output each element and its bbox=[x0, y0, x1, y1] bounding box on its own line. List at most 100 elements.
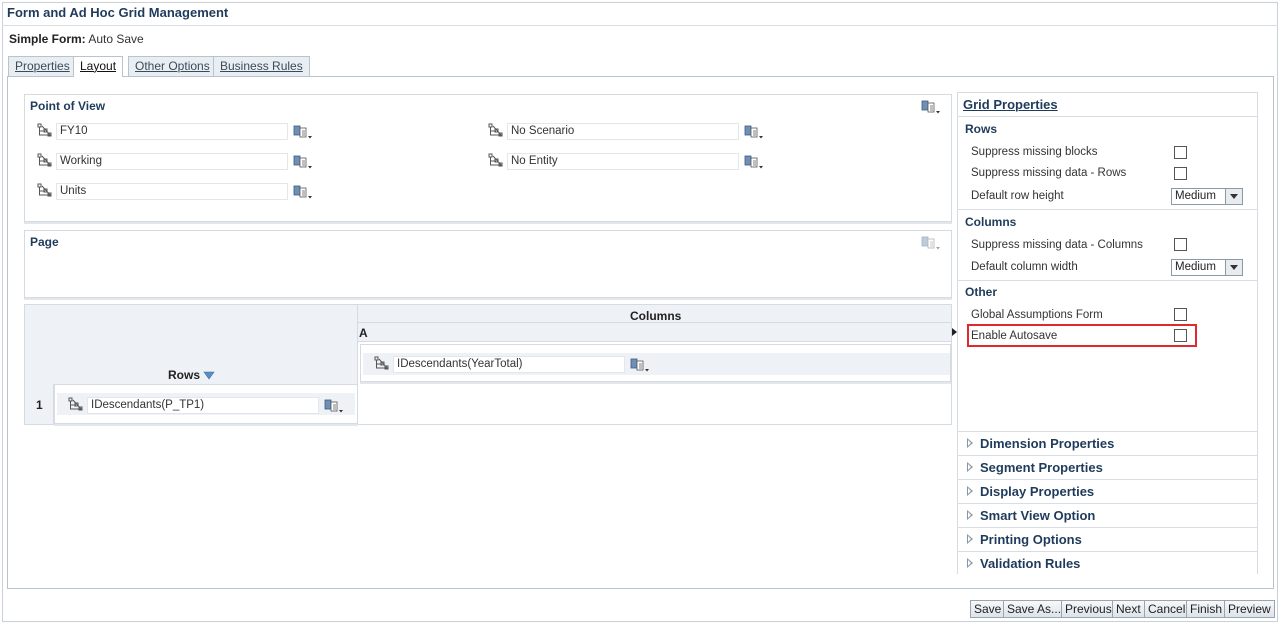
divider bbox=[958, 280, 1257, 281]
dimension-icon bbox=[36, 153, 54, 169]
column-width-select[interactable]: Medium bbox=[1171, 259, 1243, 276]
dimension-icon bbox=[373, 356, 391, 372]
next-button[interactable]: Next bbox=[1112, 600, 1145, 618]
pov-member-working: Working bbox=[36, 153, 326, 171]
suppress-missing-rows-label: Suppress missing data - Rows bbox=[971, 167, 1127, 179]
chevron-down-icon[interactable] bbox=[203, 371, 215, 380]
autosave-highlight-box bbox=[967, 324, 1197, 347]
tab-layout[interactable]: Layout bbox=[73, 56, 124, 77]
finish-button[interactable]: Finish bbox=[1186, 600, 1227, 618]
pov-member-selector-icon[interactable] bbox=[921, 99, 943, 115]
accordion-segment-properties[interactable]: Segment Properties bbox=[958, 455, 1257, 479]
form-name: Auto Save bbox=[88, 32, 144, 46]
save-button[interactable]: Save bbox=[970, 600, 1006, 618]
default-row-height-label: Default row height bbox=[971, 190, 1064, 202]
pov-member-field[interactable]: Units bbox=[56, 183, 288, 200]
rows-header: Rows bbox=[25, 305, 358, 384]
pov-member-entity: No Entity bbox=[487, 153, 777, 171]
member-selector-icon[interactable] bbox=[293, 154, 315, 170]
accordion-smart-view-option[interactable]: Smart View Option bbox=[958, 503, 1257, 527]
column-width-value: Medium bbox=[1175, 261, 1216, 273]
columns-header: Columns A IDescendants(YearTotal) bbox=[358, 305, 951, 384]
expand-triangle-icon bbox=[967, 438, 973, 448]
member-selector-icon[interactable] bbox=[744, 154, 766, 170]
divider bbox=[958, 209, 1257, 210]
pov-member-field[interactable]: No Scenario bbox=[507, 123, 739, 140]
cancel-button[interactable]: Cancel bbox=[1144, 600, 1190, 618]
dimension-icon bbox=[487, 123, 505, 139]
accordion-display-properties[interactable]: Display Properties bbox=[958, 479, 1257, 503]
member-selector-icon[interactable] bbox=[630, 357, 652, 373]
pov-member-field[interactable]: No Entity bbox=[507, 153, 739, 170]
accordion-dimension-properties[interactable]: Dimension Properties bbox=[958, 431, 1257, 455]
dimension-icon bbox=[36, 183, 54, 199]
chevron-down-icon[interactable] bbox=[1225, 189, 1242, 204]
chevron-down-icon[interactable] bbox=[1225, 260, 1242, 275]
suppress-missing-columns-checkbox[interactable] bbox=[1174, 238, 1187, 251]
member-selector-icon[interactable] bbox=[744, 124, 766, 140]
previous-button[interactable]: Previous bbox=[1061, 600, 1116, 618]
dimension-icon bbox=[487, 153, 505, 169]
preview-button[interactable]: Preview bbox=[1224, 600, 1275, 618]
row-number-cell: 1 bbox=[25, 384, 54, 424]
grid-properties-title[interactable]: Grid Properties bbox=[963, 97, 1058, 112]
global-assumptions-label: Global Assumptions Form bbox=[971, 309, 1103, 321]
row-number[interactable]: 1 bbox=[36, 398, 43, 412]
divider bbox=[958, 116, 1257, 117]
accordion-label: Display Properties bbox=[980, 484, 1095, 499]
rows-label[interactable]: Rows bbox=[168, 368, 215, 382]
page-title: Form and Ad Hoc Grid Management bbox=[7, 5, 229, 20]
dimension-icon bbox=[67, 397, 85, 413]
column-member-panel: IDescendants(YearTotal) bbox=[360, 344, 951, 382]
row-member: IDescendants(P_TP1) bbox=[67, 397, 357, 415]
pov-member-fy10: FY10 bbox=[36, 123, 326, 141]
pov-member-units: Units bbox=[36, 183, 326, 201]
grid-properties-panel: Grid Properties Rows Suppress missing bl… bbox=[957, 92, 1258, 574]
column-letter[interactable]: A bbox=[359, 326, 368, 340]
global-assumptions-checkbox[interactable] bbox=[1174, 308, 1187, 321]
suppress-missing-rows-checkbox[interactable] bbox=[1174, 167, 1187, 180]
member-selector-icon[interactable] bbox=[324, 398, 346, 414]
member-selector-icon[interactable] bbox=[293, 124, 315, 140]
point-of-view-panel: Point of View FY10 No Scenario Working N… bbox=[24, 94, 952, 222]
accordion-label: Segment Properties bbox=[980, 460, 1103, 475]
expand-triangle-icon bbox=[967, 558, 973, 568]
tab-other-options[interactable]: Other Options bbox=[128, 56, 217, 76]
pov-member-field[interactable]: Working bbox=[56, 153, 288, 170]
dimension-icon bbox=[36, 123, 54, 139]
default-column-width-label: Default column width bbox=[971, 261, 1078, 273]
columns-header-bar: Columns bbox=[358, 305, 951, 323]
form-label: Simple Form: bbox=[9, 32, 86, 46]
grid-layout: Rows Columns A IDescendants(YearTotal) 1… bbox=[24, 304, 952, 425]
pov-member-scenario: No Scenario bbox=[487, 123, 777, 141]
accordion-label: Dimension Properties bbox=[980, 436, 1115, 451]
column-a-header: A bbox=[358, 323, 951, 342]
row-member-panel: IDescendants(P_TP1) bbox=[54, 384, 358, 424]
suppress-missing-blocks-label: Suppress missing blocks bbox=[971, 146, 1098, 158]
accordion-validation-rules[interactable]: Validation Rules bbox=[958, 551, 1257, 575]
pov-member-field[interactable]: FY10 bbox=[56, 123, 288, 140]
save-as-button[interactable]: Save As... bbox=[1003, 600, 1066, 618]
row-member-field[interactable]: IDescendants(P_TP1) bbox=[87, 397, 319, 414]
rows-section-title: Rows bbox=[965, 122, 998, 136]
row-height-value: Medium bbox=[1175, 190, 1216, 202]
rows-label-text: Rows bbox=[168, 368, 201, 382]
member-selector-icon[interactable] bbox=[293, 184, 315, 200]
columns-label[interactable]: Columns bbox=[630, 309, 681, 323]
column-member-field[interactable]: IDescendants(YearTotal) bbox=[393, 356, 625, 373]
accordion-label: Validation Rules bbox=[980, 556, 1081, 571]
pov-title: Point of View bbox=[30, 99, 106, 113]
accordion-label: Printing Options bbox=[980, 532, 1082, 547]
accordion-printing-options[interactable]: Printing Options bbox=[958, 527, 1257, 551]
expand-triangle-icon bbox=[967, 462, 973, 472]
expand-triangle-icon bbox=[967, 534, 973, 544]
tab-properties[interactable]: Properties bbox=[8, 56, 77, 76]
expand-triangle-icon bbox=[967, 486, 973, 496]
tab-business-rules[interactable]: Business Rules bbox=[213, 56, 310, 76]
page-panel-title: Page bbox=[30, 235, 59, 249]
other-section-title: Other bbox=[965, 285, 998, 299]
suppress-missing-blocks-checkbox[interactable] bbox=[1174, 146, 1187, 159]
row-height-select[interactable]: Medium bbox=[1171, 188, 1243, 205]
accordion-label: Smart View Option bbox=[980, 508, 1096, 523]
form-subtitle: Simple Form: Auto Save bbox=[9, 32, 144, 46]
